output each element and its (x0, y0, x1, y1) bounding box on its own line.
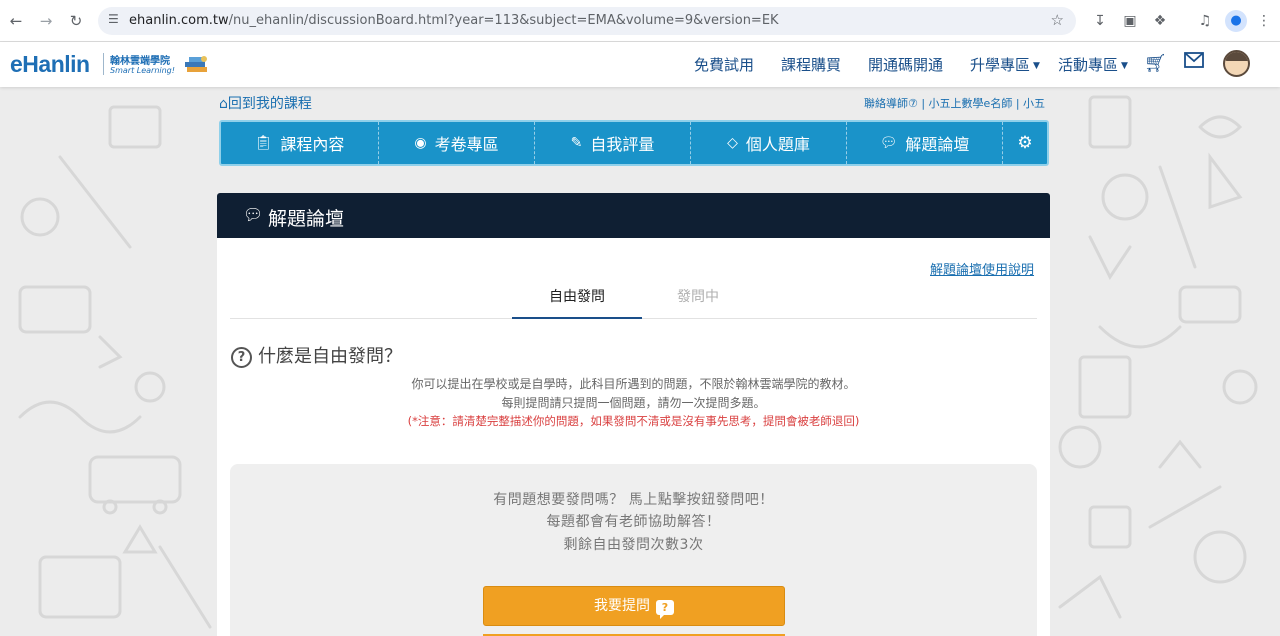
chat-icon: 💬︎ (879, 135, 898, 151)
ask-question-box: 有問題想要發問嗎？ 馬上點擊按鈕發問吧！ 每題都會有老師協助解答！ 剩餘自由發問… (230, 464, 1037, 636)
edit-icon: ✎ (570, 135, 583, 151)
avatar[interactable] (1223, 50, 1250, 77)
kebab-menu-icon[interactable]: ⋮ (1254, 11, 1274, 31)
question-circle-icon: ? (231, 347, 252, 368)
reload-icon[interactable]: ↻ (66, 11, 86, 31)
cart-icon[interactable]: 🛒︎ (1144, 53, 1167, 74)
tab-personal-question-bank[interactable]: ◇ 個人題庫 (691, 122, 847, 164)
forum-subtabs: 自由發問 發問中 (230, 284, 1037, 319)
chat-icon: 💬︎ (243, 205, 264, 224)
logo-tagline: Smart Learning! (110, 66, 175, 75)
nav-free-trial[interactable]: 免費試用 (694, 54, 754, 75)
home-icon: ⌂ (219, 96, 228, 112)
site-header: eHanlin 翰林雲端學院 Smart Learning! 免費試用 課程購買… (0, 42, 1280, 87)
description-line: 每則提問請只提問一個問題，請勿一次提問多題。 (501, 396, 766, 410)
logo-chinese-text: 翰林雲端學院 (110, 56, 170, 67)
remaining-count: 剩餘自由發問次數3次 (563, 537, 704, 553)
nav-course-purchase[interactable]: 課程購買 (781, 54, 841, 75)
ask-prompt: 每題都會有老師協助解答！ (546, 514, 721, 530)
description-line: 你可以提出在學校或是自學時，此科目所遇到的問題，不限於翰林雲端學院的教材。 (411, 377, 856, 391)
tab-course-content[interactable]: 📋︎ 課程內容 (221, 122, 379, 164)
question-bubble-icon: ? (656, 600, 674, 619)
section-heading: ? 什麼是自由發問？ (231, 342, 402, 368)
tab-free-question[interactable]: 自由發問 (512, 284, 642, 319)
media-icon[interactable]: ♫ (1195, 11, 1215, 31)
warning-note: (*注意：請清楚完整描述你的問題，如果發問不清或是沒有事先思考，提問會被老師退回… (407, 414, 860, 428)
chevron-down-icon: ▼ (1033, 61, 1040, 71)
tab-exam-area[interactable]: ◉ 考卷專區 (379, 122, 535, 164)
download-icon[interactable]: ↧ (1090, 11, 1110, 31)
tab-asking[interactable]: 發問中 (648, 284, 748, 319)
forward-arrow-icon[interactable]: → (36, 11, 56, 31)
tab-settings[interactable]: ⚙ (1003, 122, 1047, 164)
address-bar[interactable]: ☰ ehanlin.com.tw/nu_ehanlin/discussionBo… (98, 7, 1076, 35)
helmet-icon: ◉ (414, 135, 427, 151)
profile-icon[interactable]: ● (1225, 10, 1247, 32)
nav-activation-code[interactable]: 開通碼開通 (868, 54, 943, 75)
clipboard-icon: 📋︎ (254, 135, 273, 151)
extension-icon[interactable]: ▣ (1120, 11, 1140, 31)
panel-title: 解題論壇 (268, 208, 345, 230)
mail-icon[interactable] (1184, 52, 1204, 68)
logo[interactable]: eHanlin (10, 51, 90, 78)
back-arrow-icon[interactable]: ← (6, 11, 26, 31)
forum-help-link[interactable]: 解題論壇使用說明 (930, 259, 1034, 278)
teacher-info-link[interactable]: 聯絡導師⑦ | 小五上數學e名師 | 小五 (864, 95, 1045, 111)
tab-discussion-forum[interactable]: 💬︎ 解題論壇 (847, 122, 1003, 164)
nav-events[interactable]: 活動專區 ▼ (1058, 54, 1128, 75)
panel-header: 💬︎ 解題論壇 (217, 193, 1050, 238)
puzzle-icon[interactable]: ❖ (1150, 11, 1170, 31)
browser-toolbar: ← → ↻ ☰ ehanlin.com.tw/nu_ehanlin/discus… (0, 0, 1280, 42)
tab-self-assessment[interactable]: ✎ 自我評量 (535, 122, 691, 164)
back-to-courses-link[interactable]: ⌂回到我的課程 (219, 93, 312, 113)
diamond-icon: ◇ (727, 135, 738, 151)
chevron-down-icon: ▼ (1121, 61, 1128, 71)
forum-panel: 💬︎ 解題論壇 解題論壇使用說明 自由發問 發問中 ? 什麼是自由發問？ 你可以提… (217, 193, 1050, 636)
url-text: ehanlin.com.tw/nu_ehanlin/discussionBoar… (129, 13, 779, 28)
gear-icon: ⚙ (1017, 133, 1033, 153)
logo-divider (103, 53, 104, 75)
ask-question-button[interactable]: 我要提問? (483, 586, 785, 626)
books-icon (185, 56, 207, 72)
nav-entrance-exam[interactable]: 升學專區 ▼ (970, 54, 1040, 75)
ask-prompt: 有問題想要發問嗎？ 馬上點擊按鈕發問吧！ (493, 492, 774, 508)
course-tab-bar: 📋︎ 課程內容 ◉ 考卷專區 ✎ 自我評量 ◇ 個人題庫 💬︎ 解題論壇 ⚙ (219, 120, 1049, 166)
site-info-icon[interactable]: ☰ (108, 12, 119, 26)
bookmark-star-icon[interactable]: ☆ (1051, 11, 1064, 29)
